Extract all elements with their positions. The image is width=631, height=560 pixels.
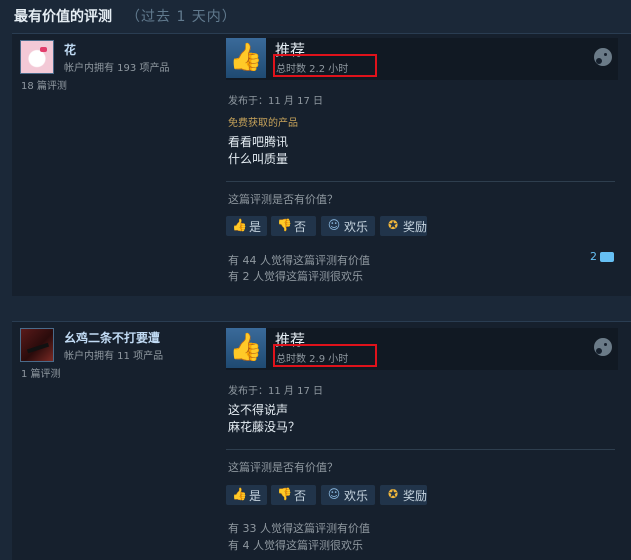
award-button[interactable]: ✪ 奖励 bbox=[380, 216, 427, 236]
avatar[interactable] bbox=[20, 328, 54, 362]
author-review-count[interactable]: 18 篇评测 bbox=[21, 77, 67, 92]
thumbs-down-icon: 👎 bbox=[277, 487, 292, 501]
section-subtitle: （过去 1 天内） bbox=[126, 9, 237, 25]
review-text-line: 看看吧腾讯 bbox=[228, 135, 289, 149]
thumbs-up-icon: 👍 bbox=[232, 218, 247, 232]
review-card: 幺鸡二条不打要遭 帐户内拥有 11 项产品 1 篇评测 👍 推荐 总时数 2.9… bbox=[12, 321, 631, 560]
review-text-line: 什么叫质量 bbox=[228, 152, 289, 166]
author-product-count[interactable]: 帐户内拥有 11 项产品 bbox=[64, 347, 163, 362]
posted-date: 发布于：11 月 17 日 bbox=[228, 96, 323, 107]
helpful-question: 这篇评测是否有价值？ bbox=[228, 461, 338, 474]
helpful-count: 有 33 人觉得这篇评测有价值 bbox=[228, 522, 370, 535]
free-product-label: 免费获取的产品 bbox=[228, 118, 298, 129]
review-vote-header[interactable]: 👍 推荐 总时数 2.9 小时 bbox=[226, 328, 618, 370]
smiley-icon: ☺ bbox=[327, 487, 341, 501]
vote-funny-button[interactable]: ☺ 欢乐 bbox=[321, 485, 375, 505]
vote-yes-button[interactable]: 👍 是 bbox=[226, 485, 267, 505]
steam-icon bbox=[594, 338, 612, 356]
award-button[interactable]: ✪ 奖励 bbox=[380, 485, 427, 505]
comments-link[interactable]: 2 bbox=[590, 250, 614, 263]
vote-yes-button[interactable]: 👍 是 bbox=[226, 216, 267, 236]
comment-icon bbox=[600, 252, 614, 262]
posted-date: 发布于：11 月 17 日 bbox=[228, 386, 323, 397]
review-text: 这不得说声 麻花藤没马？ bbox=[228, 402, 300, 436]
author-name[interactable]: 幺鸡二条不打要遭 bbox=[64, 329, 160, 346]
vote-funny-button[interactable]: ☺ 欢乐 bbox=[321, 216, 375, 236]
steam-icon bbox=[594, 48, 612, 66]
author-product-count[interactable]: 帐户内拥有 193 项产品 bbox=[64, 59, 169, 74]
review-text-line: 这不得说声 bbox=[228, 403, 289, 417]
smiley-icon: ☺ bbox=[327, 218, 341, 232]
thumbs-up-icon: 👍 bbox=[226, 38, 266, 78]
award-icon: ✪ bbox=[387, 218, 399, 232]
review-text-line: 麻花藤没马？ bbox=[228, 420, 301, 434]
review-text: 看看吧腾讯 什么叫质量 bbox=[228, 134, 288, 168]
thumbs-up-icon: 👍 bbox=[226, 328, 266, 368]
award-icon: ✪ bbox=[387, 487, 399, 501]
section-title: 最有价值的评测 bbox=[14, 9, 112, 25]
helpful-question: 这篇评测是否有价值？ bbox=[228, 193, 338, 206]
thumbs-up-icon: 👍 bbox=[232, 487, 247, 501]
thumbs-down-icon: 👎 bbox=[277, 218, 292, 232]
section-header: 最有价值的评测 （过去 1 天内） bbox=[14, 6, 237, 26]
funny-count: 有 4 人觉得这篇评测很欢乐 bbox=[228, 539, 363, 552]
review-card: 花 帐户内拥有 193 项产品 18 篇评测 👍 推荐 总时数 2.2 小时 发… bbox=[12, 33, 631, 296]
avatar[interactable] bbox=[20, 40, 54, 74]
author-name[interactable]: 花 bbox=[64, 41, 76, 58]
divider bbox=[226, 181, 615, 182]
vote-no-button[interactable]: 👎 否 bbox=[271, 485, 316, 505]
highlight-box bbox=[273, 54, 377, 77]
highlight-box bbox=[273, 344, 377, 367]
comment-count: 2 bbox=[590, 250, 597, 263]
funny-count: 有 2 人觉得这篇评测很欢乐 bbox=[228, 270, 363, 283]
review-vote-header[interactable]: 👍 推荐 总时数 2.2 小时 bbox=[226, 38, 618, 80]
author-review-count[interactable]: 1 篇评测 bbox=[21, 365, 61, 380]
helpful-count: 有 44 人觉得这篇评测有价值 bbox=[228, 254, 370, 267]
divider bbox=[226, 449, 615, 450]
vote-no-button[interactable]: 👎 否 bbox=[271, 216, 316, 236]
